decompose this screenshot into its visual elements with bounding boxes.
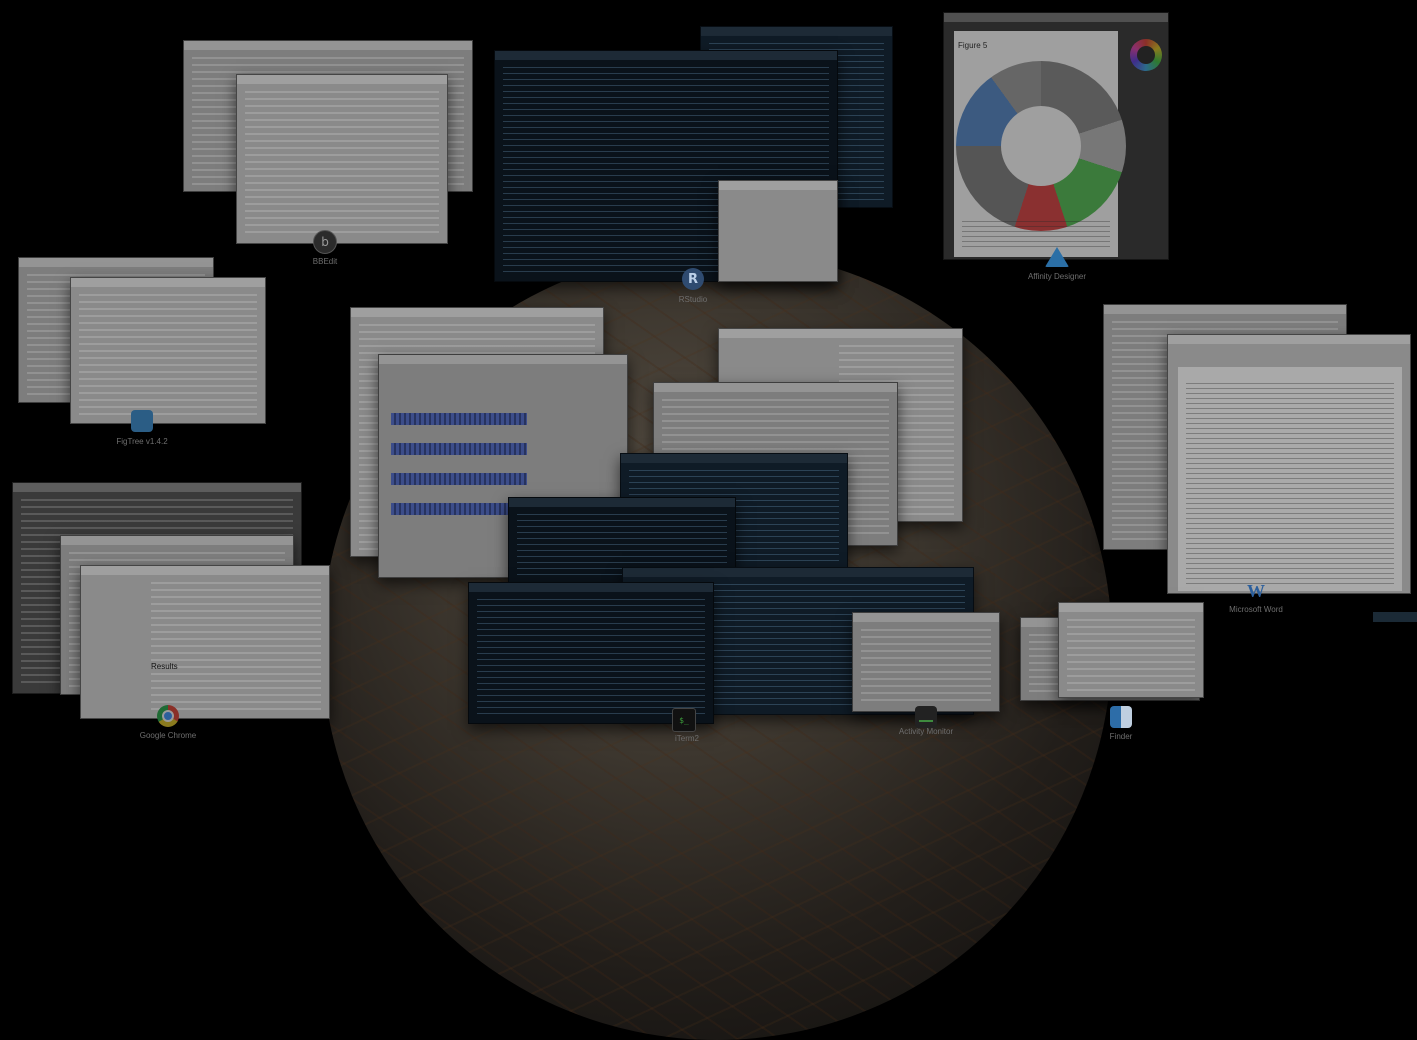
activity-monitor-label: Activity Monitor <box>898 727 954 736</box>
affinity-designer-window[interactable]: Figure 5 <box>943 12 1169 260</box>
activity-monitor-window[interactable] <box>852 612 1000 712</box>
iterm-label: iTerm2 <box>674 734 700 743</box>
bbedit-app-icon[interactable]: b <box>313 230 337 254</box>
word-app-icon[interactable]: W <box>1245 580 1267 602</box>
finder-window-front[interactable] <box>1058 602 1204 698</box>
figtree-label: FigTree v1.4.2 <box>116 437 168 446</box>
word-label: Microsoft Word <box>1229 605 1283 614</box>
bbedit-window-front[interactable] <box>236 74 448 244</box>
word-icon-letter: W <box>1247 580 1265 601</box>
coverage-track-1 <box>391 413 527 425</box>
iterm-app-icon[interactable]: $_ <box>672 708 696 732</box>
chrome-window-front[interactable]: Results <box>80 565 330 719</box>
affinity-label: Affinity Designer <box>1027 272 1087 281</box>
coverage-track-3 <box>391 473 527 485</box>
chrome-label: Google Chrome <box>139 731 197 740</box>
affinity-triangle-icon <box>1045 247 1069 267</box>
word-document-page <box>1178 367 1402 591</box>
figure-sunburst-chart <box>956 61 1126 231</box>
rstudio-label: RStudio <box>678 295 708 304</box>
browser-section-text: Results <box>151 662 178 671</box>
rstudio-app-icon[interactable]: R <box>682 268 704 290</box>
iterm-window-4[interactable] <box>468 582 714 724</box>
figtree-window-front[interactable] <box>70 277 266 424</box>
figure-title: Figure 5 <box>958 41 988 50</box>
rstudio-icon-letter: R <box>687 271 698 287</box>
affinity-canvas-document: Figure 5 <box>954 31 1126 257</box>
figtree-app-icon[interactable] <box>131 410 153 432</box>
offscreen-window-edge[interactable] <box>1373 612 1417 622</box>
word-window-front[interactable] <box>1167 334 1411 594</box>
coverage-track-4 <box>391 503 527 515</box>
bbedit-label: BBEdit <box>312 257 338 266</box>
activity-monitor-app-icon[interactable] <box>915 706 937 728</box>
finder-app-icon[interactable] <box>1110 706 1132 728</box>
color-wheel-panel[interactable] <box>1130 39 1162 71</box>
rstudio-plot-window[interactable] <box>718 180 838 282</box>
affinity-app-icon[interactable] <box>1045 246 1069 268</box>
finder-label: Finder <box>1109 732 1133 741</box>
coverage-track-2 <box>391 443 527 455</box>
chrome-app-icon[interactable] <box>157 705 179 727</box>
